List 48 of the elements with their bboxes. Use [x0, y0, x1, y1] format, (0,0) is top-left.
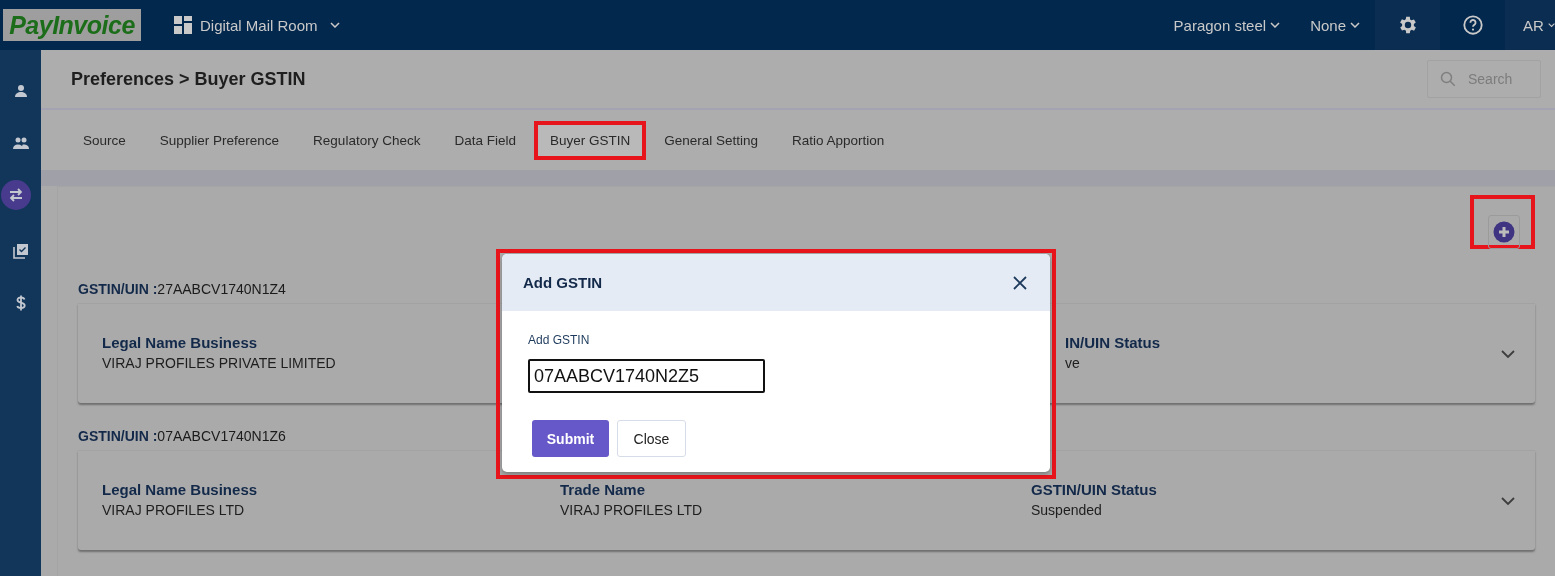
- gstin-heading: GSTIN/UIN :07AABCV1740N1Z6: [78, 428, 286, 444]
- gstin-heading: GSTIN/UIN :27AABCV1740N1Z4: [78, 281, 286, 297]
- page-title: Preferences > Buyer GSTIN: [71, 68, 306, 90]
- checklist-icon: [12, 243, 29, 259]
- sidebar-item[interactable]: [0, 180, 31, 210]
- tab[interactable]: Supplier Preference: [147, 124, 292, 156]
- submit-button[interactable]: Submit: [532, 420, 609, 457]
- chevron-down-icon: [1350, 22, 1360, 28]
- chevron-down-icon[interactable]: [1501, 350, 1515, 359]
- close-dialog-button[interactable]: Close: [617, 420, 686, 457]
- dialog-title: Add GSTIN: [523, 274, 603, 291]
- tab[interactable]: Ratio Apportion: [780, 124, 897, 156]
- field-value: VIRAJ PROFILES LTD: [560, 502, 703, 518]
- close-icon: [1013, 275, 1027, 290]
- field-label: GSTIN/UIN Status: [1031, 481, 1157, 498]
- field-value: VIRAJ PROFILES PRIVATE LIMITED: [102, 355, 336, 371]
- gstin-input[interactable]: 07AABCV1740N2Z5: [528, 359, 765, 393]
- chevron-down-icon: [1547, 22, 1555, 28]
- field-value: VIRAJ PROFILES LTD: [102, 502, 245, 518]
- module-menu[interactable]: Digital Mail Room: [174, 16, 340, 34]
- settings-button[interactable]: [1375, 0, 1440, 50]
- field-label: Legal Name Business: [102, 481, 258, 498]
- tab[interactable]: General Setting: [652, 124, 771, 156]
- help-icon: [1461, 14, 1484, 36]
- plus-icon: [1493, 221, 1515, 243]
- tab[interactable]: Data Field: [442, 124, 528, 156]
- field-label: IN/UIN Status: [1065, 334, 1160, 351]
- field-label: Legal Name Business: [102, 334, 258, 351]
- field-label: Add GSTIN: [528, 333, 591, 347]
- grid-icon: [174, 16, 192, 34]
- dollar-icon: [15, 295, 26, 311]
- field-value: Suspended: [1031, 502, 1102, 518]
- chevron-down-icon: [329, 22, 340, 28]
- person-icon: [13, 84, 28, 98]
- people-icon: [12, 137, 29, 149]
- chevron-down-icon: [1270, 22, 1281, 28]
- company-menu[interactable]: Paragon steel: [1158, 0, 1296, 50]
- swap-icon: [7, 188, 24, 202]
- field-value: ve: [1065, 355, 1080, 371]
- add-button[interactable]: [1488, 215, 1520, 249]
- close-button[interactable]: [1011, 273, 1029, 292]
- tab[interactable]: Regulatory Check: [301, 124, 433, 156]
- field-label: Trade Name: [560, 481, 646, 498]
- tab[interactable]: Source: [71, 124, 138, 156]
- user-menu[interactable]: AR: [1505, 0, 1555, 50]
- filter-menu[interactable]: None: [1295, 0, 1375, 50]
- chevron-down-icon[interactable]: [1501, 497, 1515, 506]
- search-icon: [1440, 71, 1456, 87]
